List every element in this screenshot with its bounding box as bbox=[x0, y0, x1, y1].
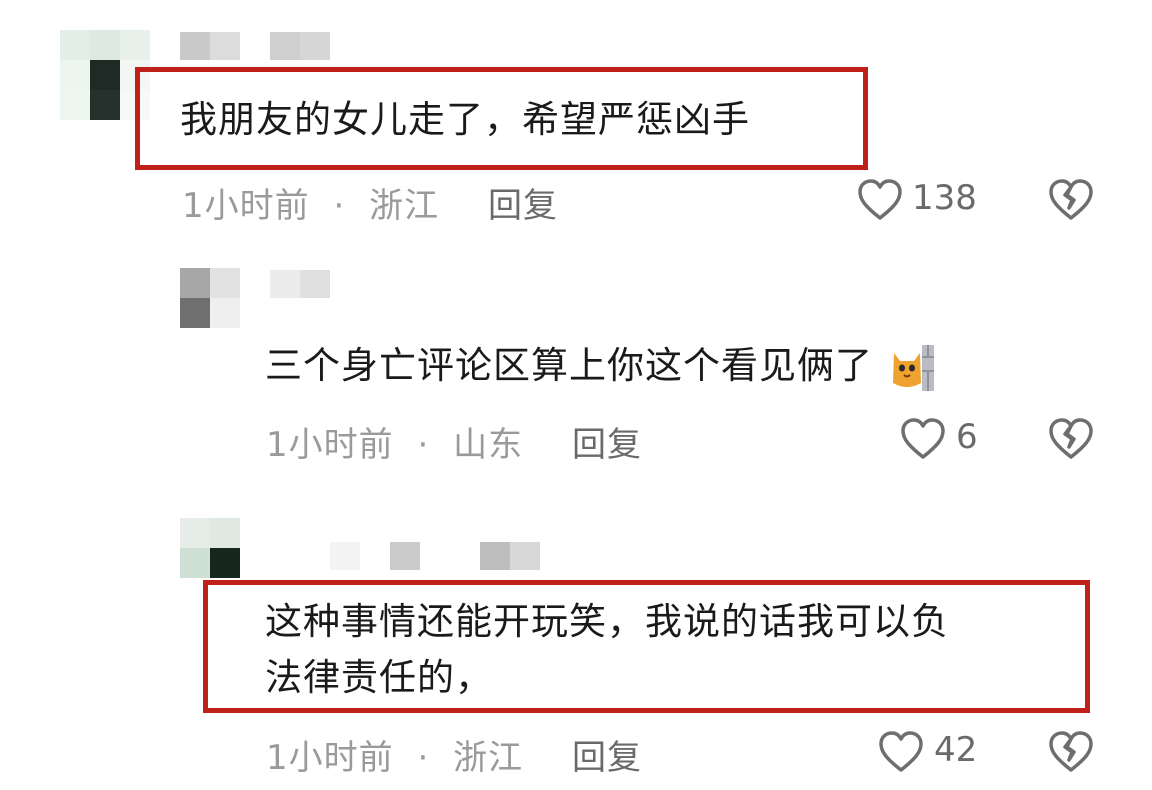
reply-button[interactable]: 回复 bbox=[572, 730, 642, 779]
comment-text-line-2: 法律责任的， bbox=[265, 656, 493, 699]
comment-text-line-1: 这种事情还能开玩笑，我说的话我可以负 bbox=[265, 600, 949, 643]
comment-2: 三个身亡评论区算上你这个看见俩了 1小时前 · 山东 回复 6 bbox=[0, 235, 1152, 490]
separator: · bbox=[417, 738, 430, 778]
comment-meta: 1小时前 · 浙江 bbox=[266, 730, 523, 779]
heart-outline-icon[interactable] bbox=[900, 417, 946, 461]
username[interactable] bbox=[330, 542, 540, 570]
broken-heart-icon[interactable] bbox=[1048, 178, 1094, 222]
like-count: 42 bbox=[934, 730, 978, 770]
comment-time: 1小时前 bbox=[182, 186, 310, 226]
broken-heart-icon[interactable] bbox=[1048, 730, 1094, 774]
comment-time: 1小时前 bbox=[266, 425, 394, 465]
separator: · bbox=[333, 186, 346, 226]
comment-3: 这种事情还能开玩笑，我说的话我可以负 法律责任的， 1小时前 · 浙江 回复 4… bbox=[0, 490, 1152, 790]
comment-time: 1小时前 bbox=[266, 738, 394, 778]
reply-button[interactable]: 回复 bbox=[572, 417, 642, 466]
reply-button[interactable]: 回复 bbox=[488, 178, 558, 227]
comment-1: 我朋友的女儿走了，希望严惩凶手 1小时前 · 浙江 回复 138 bbox=[0, 0, 1152, 235]
username[interactable] bbox=[270, 270, 330, 298]
comment-location: 浙江 bbox=[453, 738, 524, 778]
avatar[interactable] bbox=[180, 518, 240, 578]
comment-text: 三个身亡评论区算上你这个看见俩了 bbox=[265, 338, 936, 394]
comment-text: 这种事情还能开玩笑，我说的话我可以负 法律责任的， bbox=[265, 594, 949, 706]
separator: · bbox=[417, 425, 430, 465]
username[interactable] bbox=[180, 32, 330, 60]
avatar[interactable] bbox=[180, 268, 240, 328]
broken-heart-icon[interactable] bbox=[1048, 417, 1094, 461]
comment-meta: 1小时前 · 山东 bbox=[266, 417, 523, 466]
heart-outline-icon[interactable] bbox=[878, 730, 924, 774]
comment-location: 浙江 bbox=[369, 186, 440, 226]
like-count: 6 bbox=[956, 417, 978, 457]
comment-text: 我朋友的女儿走了，希望严惩凶手 bbox=[180, 98, 750, 141]
heart-outline-icon[interactable] bbox=[857, 178, 903, 222]
cat-emoji bbox=[890, 343, 936, 393]
like-count: 138 bbox=[912, 178, 977, 218]
comment-location: 山东 bbox=[453, 425, 524, 465]
comment-meta: 1小时前 · 浙江 bbox=[182, 178, 439, 227]
